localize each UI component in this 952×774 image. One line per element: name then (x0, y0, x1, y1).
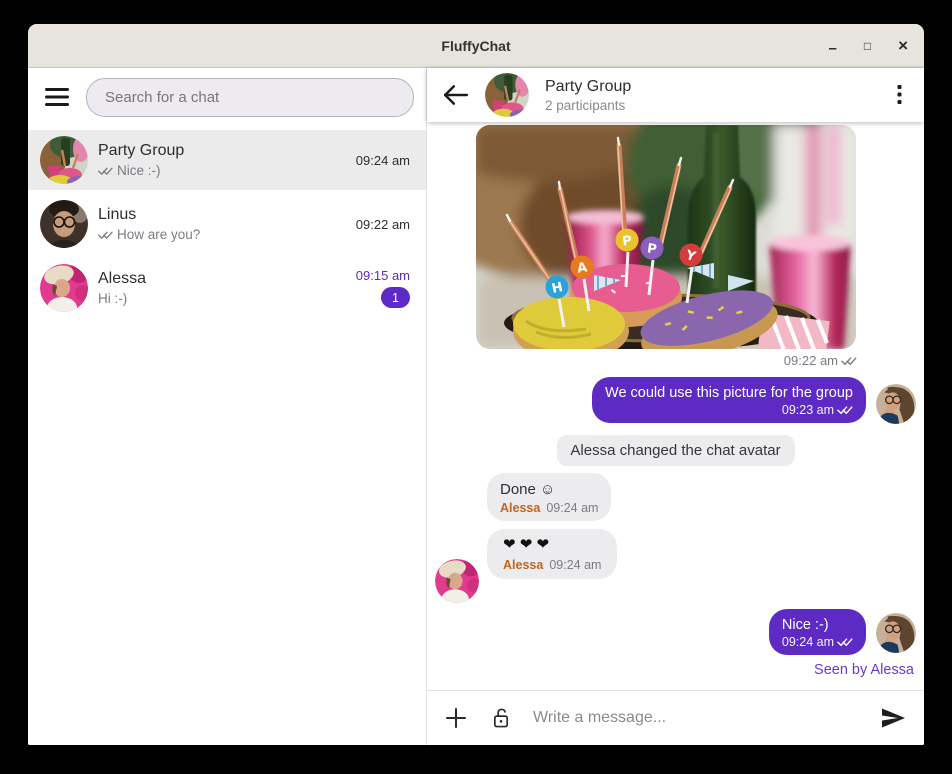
chat-name: Alessa (98, 270, 356, 288)
photo-message[interactable]: H A P P Y (476, 125, 856, 349)
message-text: We could use this picture for the group (605, 385, 853, 401)
chat-time: 09:24 am (356, 153, 410, 168)
chat-header: Party Group 2 participants (427, 68, 924, 122)
chat-list: Party Group Nice :-) 09:24 am Linus (28, 126, 426, 322)
chat-subtitle: 2 participants (545, 98, 631, 113)
chat-name: Party Group (98, 142, 356, 160)
window-title: FluffyChat (28, 38, 924, 54)
message-time: 09:24 am (546, 501, 598, 515)
back-icon[interactable] (443, 84, 469, 106)
app-window: FluffyChat – □ × (28, 24, 924, 745)
chat-list-sidebar: Party Group Nice :-) 09:24 am Linus (28, 68, 427, 745)
menu-icon[interactable] (44, 87, 70, 107)
chat-row-linus[interactable]: Linus How are you? 09:22 am (28, 194, 426, 254)
seen-by-status: Seen by Alessa (814, 662, 914, 678)
message-time: 09:24 am (782, 635, 834, 649)
svg-text:A: A (576, 260, 588, 276)
message-time: 09:22 am (784, 353, 838, 368)
chat-time: 09:15 am (356, 268, 410, 283)
send-icon[interactable] (881, 708, 906, 728)
peer-message-bubble[interactable]: Done ☺ Alessa 09:24 am (487, 473, 611, 521)
message-text: Nice :-) (782, 617, 853, 633)
chat-preview: How are you? (117, 227, 200, 242)
read-receipt-icon (98, 230, 113, 240)
chat-row-party-group[interactable]: Party Group Nice :-) 09:24 am (28, 130, 426, 190)
message-meta: Alessa 09:24 am (500, 501, 598, 515)
message-composer (427, 690, 924, 745)
unread-badge: 1 (381, 287, 410, 308)
sender-name: Alessa (503, 558, 543, 572)
message-meta: 09:24 am (782, 635, 853, 649)
message-text: ❤ ❤ ❤ (503, 535, 601, 555)
svg-text:P: P (622, 234, 633, 250)
chat-panel: Party Group 2 participants (427, 68, 924, 745)
chat-preview: Nice :-) (117, 163, 161, 178)
search-input[interactable] (87, 89, 413, 106)
chat-title: Party Group (545, 78, 631, 96)
chat-time: 09:22 am (356, 217, 410, 232)
message-timeline: H A P P Y 09:22 am W (427, 122, 924, 690)
own-message-bubble[interactable]: Nice :-) 09:24 am (769, 609, 866, 655)
peer-message-bubble[interactable]: ❤ ❤ ❤ Alessa 09:24 am (487, 529, 617, 579)
chat-header-avatar[interactable] (485, 73, 529, 117)
add-attachment-icon[interactable] (445, 707, 467, 729)
read-receipt-icon (98, 166, 113, 176)
title-bar[interactable]: FluffyChat – □ × (28, 24, 924, 68)
own-message-bubble[interactable]: We could use this picture for the group … (592, 377, 866, 423)
sent-read-icon (837, 637, 853, 647)
chat-name: Linus (98, 206, 356, 224)
message-time: 09:24 am (549, 558, 601, 572)
overflow-menu-icon[interactable] (897, 85, 902, 105)
minimize-button[interactable]: – (828, 41, 836, 56)
message-meta: 09:23 am (605, 403, 853, 417)
alessa-avatar (40, 264, 88, 312)
sent-read-icon (841, 356, 857, 366)
sent-read-icon (837, 405, 853, 415)
own-avatar[interactable] (876, 384, 916, 424)
chat-row-alessa[interactable]: Alessa Hi :-) 09:15 am 1 (28, 258, 426, 318)
alessa-avatar[interactable] (435, 559, 479, 603)
chat-header-titles[interactable]: Party Group 2 participants (545, 78, 631, 113)
party-group-avatar (40, 136, 88, 184)
sidebar-toolbar (28, 68, 426, 126)
linus-avatar (40, 200, 88, 248)
chat-event-notice: Alessa changed the chat avatar (556, 435, 794, 466)
encryption-lock-open-icon[interactable] (492, 707, 511, 729)
message-input[interactable] (531, 708, 869, 728)
search-field[interactable] (86, 78, 414, 117)
own-avatar[interactable] (876, 613, 916, 653)
photo-message-meta: 09:22 am (784, 353, 857, 368)
chat-preview: Hi :-) (98, 291, 127, 306)
message-text: Done ☺ (500, 481, 598, 498)
party-photo: H A P P Y (476, 125, 856, 349)
maximize-button[interactable]: □ (864, 40, 871, 52)
message-meta: Alessa 09:24 am (503, 558, 601, 572)
sender-name: Alessa (500, 501, 540, 515)
close-button[interactable]: × (898, 37, 908, 54)
message-time: 09:23 am (782, 403, 834, 417)
